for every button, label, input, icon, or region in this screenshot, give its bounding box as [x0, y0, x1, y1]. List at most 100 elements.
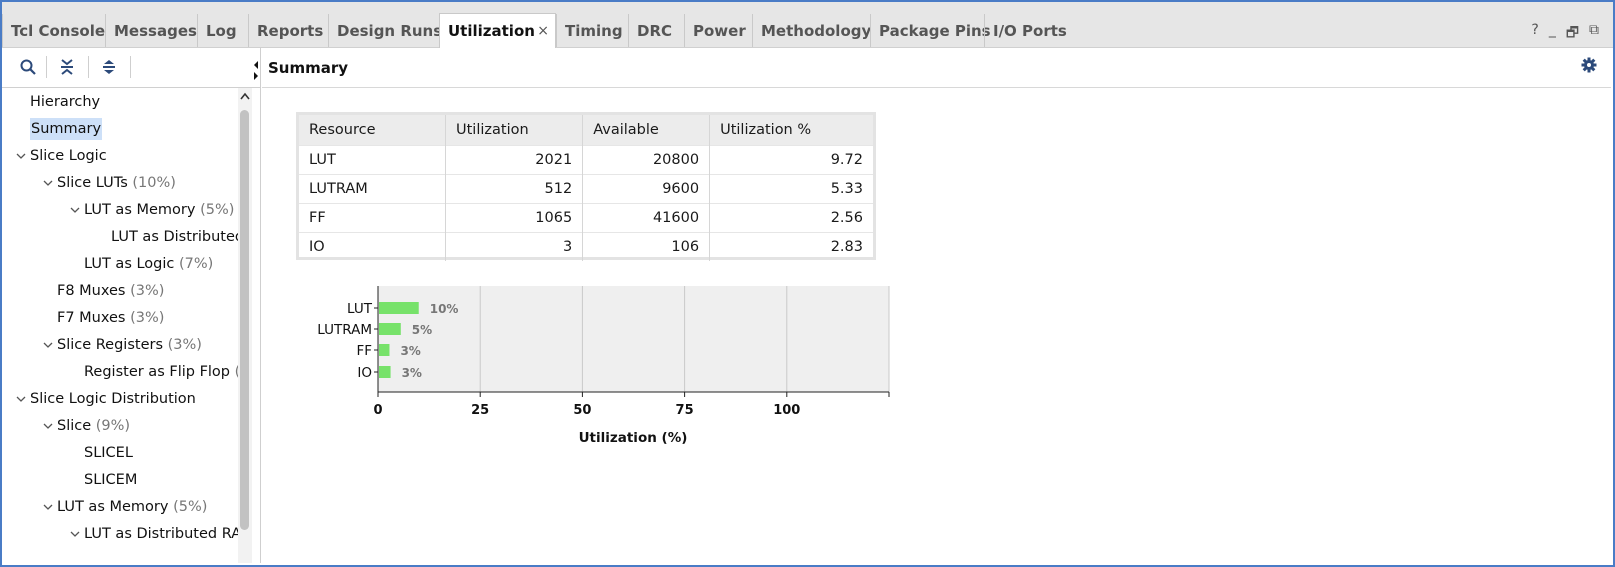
column-header[interactable]: Resource	[299, 115, 446, 146]
table-cell: 2021	[445, 145, 584, 175]
tree-item-label: LUT as Distributed RAM	[84, 526, 238, 542]
tab-i-o-ports[interactable]: I/O Ports	[984, 14, 1070, 47]
tree-scrollbar[interactable]	[238, 88, 252, 563]
bar	[379, 302, 419, 314]
table-header-row: Resource Utilization Available Utilizati…	[299, 115, 873, 146]
table-cell: 2.56	[709, 203, 873, 233]
tree-item-label: Hierarchy	[30, 94, 101, 110]
help-icon[interactable]: ?	[1531, 22, 1538, 46]
tree-item-percent: (5%)	[168, 499, 208, 515]
float-icon[interactable]: ⧉	[1589, 22, 1599, 46]
hierarchy-tree: Hierarchy Summary Slice Logic Slice LUTs (1…	[2, 88, 238, 563]
table-cell: LUT	[299, 145, 446, 175]
table-row[interactable]: IO 3 106 2.83	[299, 232, 873, 261]
tree-item[interactable]: Register as Flip Flop (3	[70, 360, 238, 384]
column-header[interactable]: Available	[582, 115, 711, 146]
tree-item[interactable]: LUT as Logic (7%)	[70, 252, 213, 276]
table-row[interactable]: LUTRAM 512 9600 5.33	[299, 174, 873, 204]
tree-item[interactable]: LUT as Distributed RAM	[70, 522, 238, 546]
tree-item[interactable]: Hierarchy	[16, 90, 100, 114]
chevron-down-icon[interactable]	[16, 388, 30, 412]
tree-item-label: Register as Flip Flop	[84, 364, 231, 380]
table-cell: 106	[582, 232, 711, 261]
bar	[379, 366, 391, 378]
table-row[interactable]: LUT 2021 20800 9.72	[299, 145, 873, 175]
category-label: FF	[356, 343, 372, 359]
tree-item[interactable]: Slice Logic	[16, 144, 107, 168]
restore-icon[interactable]: 🗗	[1566, 22, 1579, 46]
tree-item[interactable]: SLICEL	[70, 441, 133, 465]
tree-item[interactable]: LUT as Memory (5%)	[70, 198, 234, 222]
table-cell: 20800	[582, 145, 711, 175]
tree-item[interactable]: F7 Muxes (3%)	[43, 306, 164, 330]
tree-item[interactable]: LUT as Distributed	[97, 225, 238, 249]
x-tick-label: 100	[773, 403, 800, 418]
tab-timing[interactable]: Timing	[556, 14, 628, 47]
tab-reports[interactable]: Reports	[248, 14, 328, 47]
tree-item-label: Slice Logic Distribution	[30, 391, 196, 407]
scroll-thumb[interactable]	[240, 110, 249, 530]
tree-item[interactable]: Slice LUTs (10%)	[43, 171, 176, 195]
search-icon[interactable]	[17, 56, 39, 78]
chevron-down-icon[interactable]	[70, 523, 84, 547]
column-header[interactable]: Utilization	[445, 115, 584, 146]
gear-icon[interactable]	[1581, 57, 1597, 77]
chevron-down-icon[interactable]	[43, 496, 57, 520]
chevron-down-icon[interactable]	[43, 334, 57, 358]
panel-splitter-handle[interactable]	[252, 58, 260, 82]
collapse-all-icon[interactable]	[56, 56, 78, 78]
category-label: LUTRAM	[317, 322, 372, 338]
tree-item-percent: (3%)	[125, 310, 165, 326]
table-row[interactable]: FF 1065 41600 2.56	[299, 203, 873, 233]
tree-item-percent: (7%)	[174, 256, 214, 272]
tab-methodology[interactable]: Methodology	[752, 14, 871, 47]
minimize-icon[interactable]: _	[1549, 22, 1556, 46]
tab-label: DRC	[637, 22, 673, 40]
tab-log[interactable]: Log	[197, 14, 248, 47]
tree-item[interactable]: Slice Logic Distribution	[16, 387, 196, 411]
tab-label: Tcl Console	[11, 22, 106, 40]
tree-item-label: Slice Registers	[57, 337, 164, 353]
x-tick-label: 50	[573, 403, 591, 418]
table-cell: 1065	[445, 203, 584, 233]
scroll-up-icon[interactable]	[239, 88, 251, 104]
chevron-down-icon[interactable]	[43, 172, 57, 196]
tree-item-percent: (3%)	[163, 337, 202, 353]
category-label: IO	[357, 365, 372, 381]
tree-item[interactable]: Slice (9%)	[43, 414, 130, 438]
chevron-down-icon[interactable]	[16, 145, 30, 169]
tree-item[interactable]: Summary	[16, 117, 103, 141]
tree-item[interactable]: F8 Muxes (3%)	[43, 279, 164, 303]
toolbar-divider	[46, 56, 47, 78]
tab-design-runs[interactable]: Design Runs	[328, 14, 443, 47]
column-header[interactable]: Utilization %	[709, 115, 873, 146]
tree-item-label: LUT as Distributed	[111, 229, 238, 245]
data-label: 3%	[402, 366, 422, 380]
x-tick-label: 25	[471, 403, 489, 418]
tree-item-label: LUT as Logic	[84, 256, 175, 272]
table-cell: 9600	[582, 174, 711, 204]
tree-item-percent: (5%)	[195, 202, 235, 218]
close-tab-icon[interactable]: ×	[537, 23, 549, 39]
chevron-down-icon[interactable]	[70, 199, 84, 223]
expand-all-icon[interactable]	[98, 56, 120, 78]
table-cell: 2.83	[709, 232, 873, 261]
tree-item[interactable]: LUT as Memory (5%)	[43, 495, 207, 519]
table-cell: FF	[299, 203, 446, 233]
hierarchy-toolbar	[2, 47, 260, 88]
tree-item-percent: (3	[230, 364, 238, 380]
tab-label: Utilization	[448, 22, 535, 40]
tree-item[interactable]: SLICEM	[70, 468, 137, 492]
tab-power[interactable]: Power	[684, 14, 752, 47]
tab-package-pins[interactable]: Package Pins	[870, 14, 991, 47]
data-label: 3%	[400, 344, 420, 358]
tree-item[interactable]: Slice Registers (3%)	[43, 333, 202, 357]
tab-tcl-console[interactable]: Tcl Console	[2, 14, 105, 47]
tab-label: Design Runs	[337, 22, 443, 40]
tab-drc[interactable]: DRC	[628, 14, 684, 47]
table-cell: IO	[299, 232, 446, 261]
tab-messages[interactable]: Messages	[105, 14, 197, 47]
tab-utilization[interactable]: Utilization ×	[439, 13, 556, 48]
tree-item-label: SLICEM	[84, 472, 138, 488]
chevron-down-icon[interactable]	[43, 415, 57, 439]
